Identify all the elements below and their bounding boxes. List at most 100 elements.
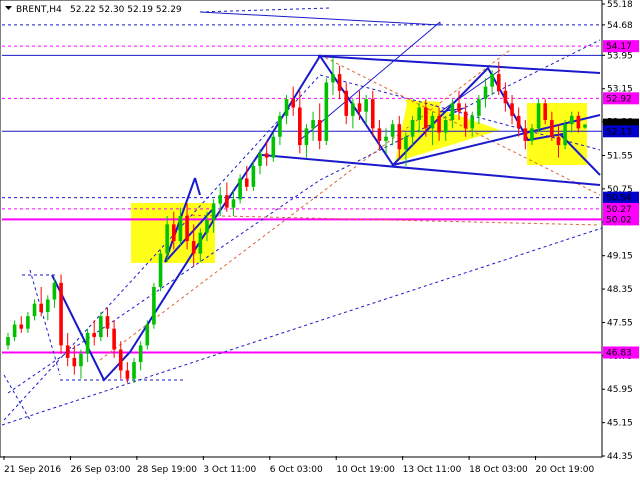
candle-body-13 [92, 332, 97, 338]
x-tick-label-5: 10 Oct 19:00 [336, 465, 395, 475]
candle-body-26 [178, 216, 183, 242]
y-tick-label-2: 53.95 [607, 51, 633, 61]
candle-body-12 [85, 332, 90, 354]
candle-body-6 [45, 299, 50, 313]
candle-body-28 [191, 241, 196, 254]
candle-body-36 [244, 178, 249, 187]
candle-body-73 [490, 74, 494, 87]
candle-body-1 [12, 324, 17, 338]
candle-body-20 [138, 345, 143, 363]
candle-body-43 [291, 99, 295, 108]
chart-canvas[interactable]: 55.1854.6853.9553.1552.3651.5550.7549.95… [0, 0, 640, 480]
candle-body-85 [569, 115, 574, 125]
candle-body-74 [496, 74, 501, 91]
candle-body-2 [19, 324, 24, 329]
candle-body-4 [32, 303, 37, 317]
y-tick-label-12: 45.95 [607, 385, 633, 395]
candle-body-10 [72, 357, 77, 367]
candle-body-70 [470, 115, 475, 129]
price-label-1: 52.92 [606, 94, 632, 104]
x-tick-label-6: 13 Oct 11:00 [403, 465, 462, 475]
candle-body-40 [271, 136, 276, 158]
candle-body-22 [152, 286, 156, 325]
candle-body-76 [510, 103, 514, 116]
candle-body-5 [39, 303, 43, 313]
candle-body-50 [337, 74, 342, 91]
candle-body-34 [231, 199, 236, 208]
candle-body-86 [576, 115, 581, 129]
candle-body-38 [258, 153, 262, 166]
candle-body-37 [251, 165, 256, 187]
candle-body-55 [370, 99, 375, 129]
candle-body-24 [165, 224, 169, 254]
candle-body-62 [417, 107, 421, 121]
candle-body-59 [397, 124, 402, 150]
candle-body-21 [145, 324, 150, 346]
candle-body-58 [390, 124, 395, 137]
candle-body-48 [324, 82, 329, 141]
candle-body-27 [185, 216, 189, 242]
candle-body-18 [125, 370, 130, 379]
candle-body-25 [172, 224, 176, 242]
candle-body-65 [437, 115, 441, 133]
symbol-label: BRENT,H4 [16, 5, 62, 15]
candle-body-84 [563, 124, 567, 146]
x-tick-label-3: 3 Oct 11:00 [203, 465, 256, 475]
price-chart[interactable]: 55.1854.6853.9553.1552.3651.5550.7549.95… [0, 0, 640, 480]
ohlc-values: 52.22 52.30 52.19 52.29 [70, 5, 182, 15]
candle-body-72 [483, 86, 488, 100]
candle-body-9 [65, 345, 70, 358]
y-tick-label-13: 45.15 [607, 419, 633, 429]
candle-body-87 [583, 124, 587, 128]
x-tick-label-2: 28 Sep 19:00 [137, 465, 197, 475]
y-tick-label-14: 44.35 [607, 452, 633, 462]
candle-body-45 [304, 128, 309, 146]
y-tick-label-8: 49.15 [607, 252, 633, 262]
price-label-6: 50.02 [606, 215, 632, 225]
price-label-4: 50.54 [606, 194, 632, 204]
candle-body-8 [59, 282, 63, 346]
candle-body-67 [450, 103, 455, 121]
candle-body-14 [99, 316, 103, 338]
x-tick-label-0: 21 Sep 2016 [4, 465, 61, 475]
x-tick-label-4: 6 Oct 03:00 [270, 465, 323, 475]
candle-body-60 [404, 136, 408, 150]
price-label-3: 52.13 [606, 127, 632, 137]
candle-body-68 [457, 103, 461, 112]
candle-body-56 [377, 128, 382, 141]
candle-body-53 [357, 103, 362, 112]
candle-body-64 [430, 115, 435, 129]
candle-body-63 [424, 107, 428, 129]
y-tick-label-0: 55.18 [607, 0, 633, 10]
y-tick-label-9: 48.35 [607, 285, 633, 295]
candle-body-42 [284, 99, 289, 116]
candle-body-54 [364, 99, 368, 112]
candle-body-32 [218, 195, 223, 204]
candle-body-75 [503, 90, 508, 104]
candle-body-39 [264, 153, 269, 158]
candle-body-83 [556, 136, 561, 146]
candle-body-49 [331, 74, 335, 83]
candle-body-78 [523, 128, 528, 141]
candle-body-23 [158, 253, 163, 287]
candle-body-71 [477, 99, 481, 116]
candle-body-35 [238, 178, 242, 200]
candle-body-47 [317, 120, 322, 141]
candle-body-79 [530, 128, 534, 141]
price-label-7: 46.83 [606, 348, 632, 358]
candle-body-52 [351, 103, 355, 116]
candle-body-3 [26, 316, 30, 329]
candle-body-15 [105, 316, 110, 329]
candle-body-80 [536, 103, 541, 129]
candle-body-19 [132, 362, 136, 379]
candle-body-33 [225, 195, 229, 208]
candle-body-69 [463, 111, 468, 129]
x-axis: 21 Sep 2016 26 Sep 03:00 28 Sep 19:00 3 Oct… [3, 456, 595, 475]
y-tick-label-10: 47.55 [607, 318, 633, 328]
candle-body-46 [311, 120, 315, 129]
candle-body-66 [443, 120, 448, 133]
candle-body-31 [211, 203, 216, 221]
candle-body-51 [344, 90, 349, 116]
candle-body-11 [79, 353, 83, 367]
candle-body-57 [384, 136, 388, 141]
